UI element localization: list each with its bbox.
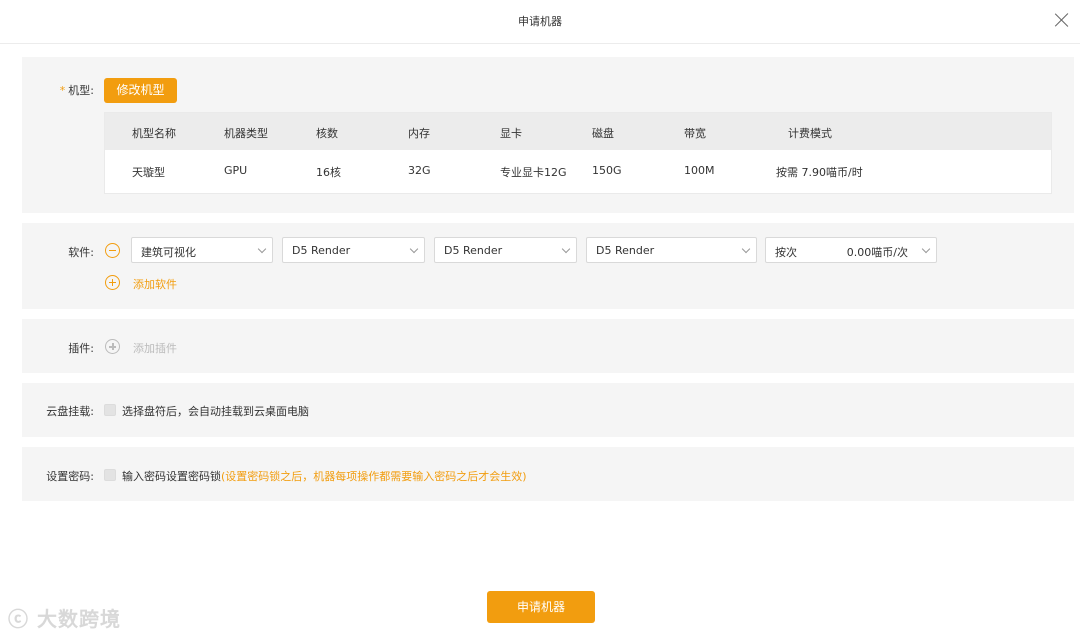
password-checkbox-label: 输入密码设置密码锁: [122, 470, 221, 483]
billing-mode: 按次: [775, 246, 797, 259]
watermark-text: 大数跨境: [36, 607, 121, 631]
software-category-select[interactable]: 建筑可视化: [131, 237, 273, 263]
watermark-logo: ⓒ 大数跨境: [8, 603, 121, 632]
header-cell: 机器类型: [224, 127, 268, 140]
machine-section: * 机型: 修改机型 机型名称 机器类型 核数 内存 显卡 磁盘 带宽 计费模式 …: [22, 57, 1074, 213]
password-label: 设置密码:: [46, 470, 94, 483]
billing-price: 0.00喵币/次: [846, 246, 908, 259]
select-value: 建筑可视化: [141, 246, 196, 259]
table-cell: 按需 7.90喵币/时: [776, 166, 863, 179]
select-value: D5 Render: [292, 244, 351, 257]
table-cell: 专业显卡12G: [500, 166, 567, 179]
password-hint: (设置密码锁之后，机器每项操作都需要输入密码之后才会生效): [221, 470, 527, 483]
table-cell: GPU: [224, 164, 248, 177]
table-header: 机型名称 机器类型 核数 内存 显卡 磁盘 带宽 计费模式: [105, 113, 1051, 150]
software-select-2[interactable]: D5 Render: [434, 237, 577, 263]
cloud-disk-checkbox[interactable]: [104, 404, 116, 416]
billing-select[interactable]: 按次 0.00喵币/次: [765, 237, 937, 263]
minus-circle-icon[interactable]: [105, 243, 120, 258]
table-cell: 16核: [316, 166, 341, 179]
software-section: 软件: 建筑可视化 D5 Render D5 Render D5 Render …: [22, 223, 1074, 309]
submit-apply-button[interactable]: 申请机器: [487, 591, 595, 623]
close-icon[interactable]: [1052, 10, 1072, 30]
plugin-section: 插件: 添加插件: [22, 319, 1074, 373]
table-cell: 100M: [684, 164, 715, 177]
table-cell: 天璇型: [132, 166, 165, 179]
machine-label-text: 机型:: [68, 84, 94, 97]
header-cell: 机型名称: [132, 127, 176, 140]
chevron-down-icon: [921, 244, 931, 254]
header-cell: 核数: [316, 127, 338, 140]
table-cell: 32G: [408, 164, 431, 177]
chevron-down-icon: [561, 244, 571, 254]
select-value: D5 Render: [444, 244, 503, 257]
add-software-link[interactable]: 添加软件: [133, 276, 177, 292]
header-cell: 显卡: [500, 127, 522, 140]
cloud-disk-text: 选择盘符后，会自动挂载到云桌面电脑: [122, 405, 309, 418]
add-plugin-link[interactable]: 添加插件: [133, 340, 177, 356]
chevron-down-icon: [741, 244, 751, 254]
plus-circle-icon[interactable]: [105, 339, 120, 354]
cloud-disk-section: 云盘挂载: 选择盘符后，会自动挂载到云桌面电脑: [22, 383, 1074, 437]
machine-table: 机型名称 机器类型 核数 内存 显卡 磁盘 带宽 计费模式 天璇型 GPU 16…: [104, 112, 1052, 194]
software-label: 软件:: [68, 246, 94, 259]
modify-machine-button[interactable]: 修改机型: [104, 78, 177, 103]
machine-label: * 机型:: [22, 82, 94, 98]
plugin-label: 插件:: [68, 342, 94, 355]
header-cell: 带宽: [684, 127, 706, 140]
dialog-header: 申请机器: [0, 0, 1080, 44]
password-text: 输入密码设置密码锁(设置密码锁之后，机器每项操作都需要输入密码之后才会生效): [122, 468, 527, 484]
chevron-down-icon: [257, 244, 267, 254]
dialog-title: 申请机器: [518, 15, 562, 28]
select-value: D5 Render: [596, 244, 655, 257]
password-checkbox[interactable]: [104, 469, 116, 481]
cloud-disk-label: 云盘挂载:: [46, 405, 94, 418]
password-section: 设置密码: 输入密码设置密码锁(设置密码锁之后，机器每项操作都需要输入密码之后才…: [22, 447, 1074, 501]
header-cell: 磁盘: [592, 127, 614, 140]
table-cell: 150G: [592, 164, 622, 177]
watermark-icon: ⓒ: [8, 607, 29, 631]
chevron-down-icon: [409, 244, 419, 254]
header-cell: 计费模式: [788, 127, 832, 140]
required-mark: *: [59, 84, 66, 97]
plus-circle-icon[interactable]: [105, 275, 120, 290]
software-select-3[interactable]: D5 Render: [586, 237, 757, 263]
software-select-1[interactable]: D5 Render: [282, 237, 425, 263]
header-cell: 内存: [408, 127, 430, 140]
